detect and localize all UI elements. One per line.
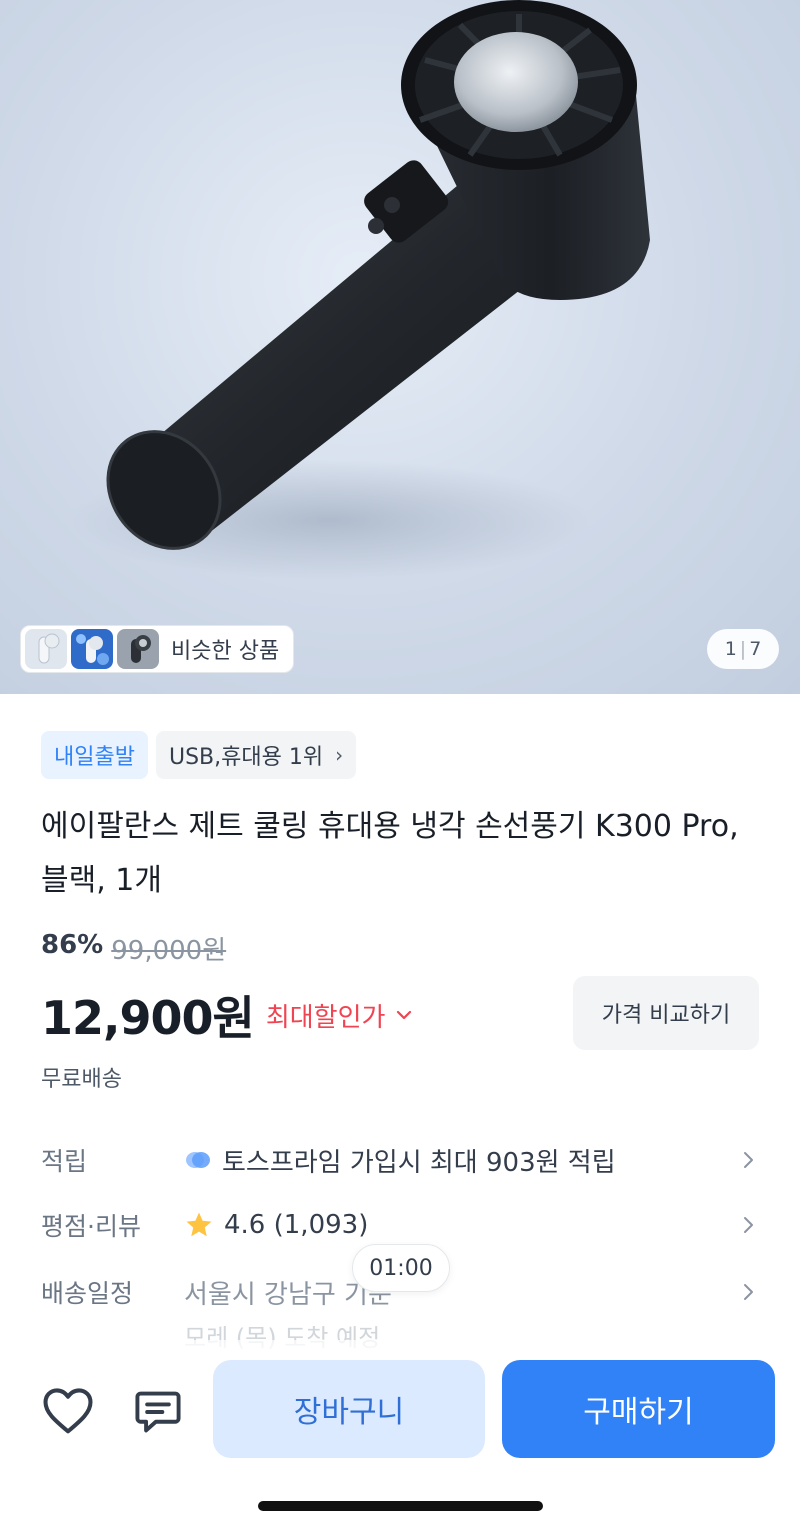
chevron-right-icon: › bbox=[335, 743, 344, 767]
delivery-tag: 내일출발 bbox=[41, 731, 148, 779]
compare-price-button[interactable]: 가격 비교하기 bbox=[573, 976, 759, 1050]
rating-row[interactable]: 평점·리뷰 4.6 (1,093) bbox=[41, 1205, 761, 1245]
price-row: 12,900원 최대할인가 bbox=[41, 982, 413, 1048]
star-icon bbox=[186, 1212, 212, 1237]
chevron-right-icon bbox=[744, 1152, 753, 1168]
current-page: 1 bbox=[724, 638, 737, 660]
inquiry-button[interactable] bbox=[130, 1384, 186, 1440]
rating-key: 평점·리뷰 bbox=[41, 1212, 141, 1241]
ranking-tag[interactable]: USB,휴대용 1위 › bbox=[155, 731, 357, 779]
product-tags: 내일출발 USB,휴대용 1위 › bbox=[41, 731, 357, 779]
discount-rate: 86% bbox=[41, 930, 104, 960]
points-key: 적립 bbox=[41, 1147, 88, 1176]
similar-product-thumbnail bbox=[117, 629, 159, 669]
chat-icon bbox=[135, 1391, 181, 1433]
heart-icon bbox=[43, 1388, 93, 1434]
rating-value: 4.6 (1,093) bbox=[224, 1210, 369, 1240]
similar-product-thumbnail bbox=[25, 629, 67, 669]
wishlist-button[interactable] bbox=[40, 1382, 96, 1438]
chevron-right-icon bbox=[744, 1284, 753, 1300]
image-page-counter: 1 | 7 bbox=[707, 629, 779, 669]
product-title: 에이팔란스 제트 쿨링 휴대용 냉각 손선풍기 K300 Pro, 블랙, 1개 bbox=[41, 809, 739, 898]
shipping-info: 무료배송 bbox=[41, 1067, 122, 1092]
similar-products-label: 비슷한 상품 bbox=[171, 639, 280, 664]
similar-products-chip[interactable]: 비슷한 상품 bbox=[20, 625, 295, 673]
similar-product-thumbnail bbox=[71, 629, 113, 669]
points-value: 토스프라임 가입시 최대 903원 적립 bbox=[222, 1147, 616, 1178]
page-separator: | bbox=[739, 638, 747, 660]
points-value-wrap: 토스프라임 가입시 최대 903원 적립 bbox=[184, 1142, 761, 1179]
product-photo bbox=[70, 0, 650, 580]
delivery-value: 서울시 강남구 기준 bbox=[184, 1279, 392, 1310]
rating-value-wrap: 4.6 (1,093) bbox=[184, 1210, 761, 1240]
points-row[interactable]: 적립 토스프라임 가입시 최대 903원 적립 bbox=[41, 1140, 761, 1180]
add-to-cart-button[interactable]: 장바구니 bbox=[213, 1360, 485, 1458]
best-price-dropdown[interactable]: 최대할인가 bbox=[266, 997, 386, 1034]
timer-bubble: 01:00 bbox=[352, 1244, 450, 1292]
buy-now-button[interactable]: 구매하기 bbox=[502, 1360, 775, 1458]
original-price: 99,000원 bbox=[111, 936, 227, 966]
delivery-key: 배송일정 bbox=[41, 1279, 134, 1308]
total-pages: 7 bbox=[749, 638, 762, 660]
discount-row: 86% 99,000원 bbox=[41, 930, 226, 967]
chevron-right-icon bbox=[744, 1217, 753, 1233]
ranking-tag-label: USB,휴대용 1위 bbox=[168, 745, 324, 770]
toss-points-icon bbox=[186, 1152, 210, 1168]
sale-price: 12,900원 bbox=[41, 991, 255, 1045]
chevron-down-icon[interactable] bbox=[395, 1006, 413, 1024]
home-indicator bbox=[258, 1501, 543, 1511]
product-image-gallery[interactable]: 비슷한 상품 1 | 7 bbox=[0, 0, 800, 694]
